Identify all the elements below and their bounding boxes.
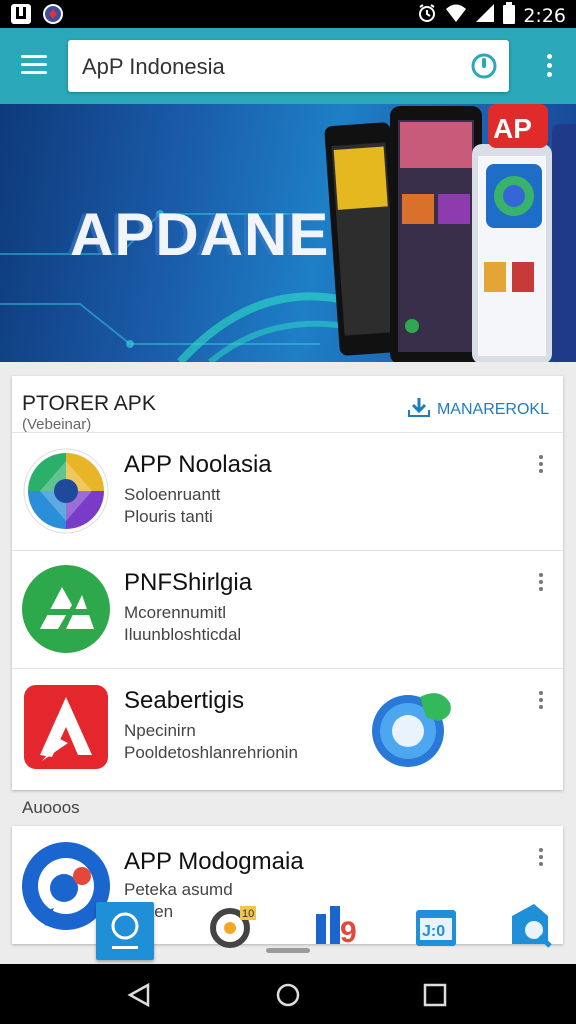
download-icon	[407, 396, 431, 423]
drag-handle[interactable]	[266, 948, 310, 953]
dock-box-text: J:0	[422, 923, 445, 940]
app-title: APP Modogmaia	[124, 848, 304, 875]
apps-section-card: PTORER APK (Vebeinar) MANAREROKL APP Noo…	[12, 376, 563, 790]
app-developer: Mcorennumitl	[124, 603, 227, 622]
app-developer: Npecinirn	[124, 721, 196, 740]
app-developer: Soloenruantt	[124, 485, 221, 504]
banner-phone-3	[472, 144, 552, 362]
banner-phone-2	[390, 106, 482, 362]
power-search-icon[interactable]	[471, 53, 497, 79]
manage-button[interactable]: MANAREROKL	[407, 396, 549, 423]
alarm-icon	[417, 3, 437, 28]
notification-browser-icon	[42, 3, 64, 30]
overflow-menu-icon[interactable]	[546, 54, 554, 80]
chat-bubble-icon	[368, 683, 456, 771]
system-nav-bar	[0, 964, 576, 1024]
dock-search-icon[interactable]	[504, 898, 562, 956]
app-compass-icon	[22, 447, 110, 535]
recents-icon[interactable]	[422, 982, 448, 1008]
battery-icon	[503, 2, 516, 29]
app-green-logo-icon	[22, 565, 110, 653]
notification-app-icon	[10, 3, 32, 30]
dock-badge-text: 10	[242, 908, 254, 920]
app-category: Plouris tanti	[124, 507, 213, 526]
app-category: Pooldetoshlanrehrionin	[124, 743, 298, 762]
section-subtitle: (Vebeinar)	[22, 416, 92, 433]
app-list-item[interactable]: Seabertigis Npecinirn Pooldetoshlanrehri…	[12, 668, 563, 786]
app-title: Seabertigis	[124, 687, 245, 714]
app-title: PNFShirlgia	[124, 569, 253, 596]
svg-text:AP: AP	[493, 113, 532, 144]
app-red-logo-icon	[22, 683, 110, 771]
item-more-icon[interactable]	[539, 573, 545, 595]
home-icon[interactable]	[275, 982, 301, 1008]
item-more-icon[interactable]	[539, 455, 545, 477]
manage-label: MANAREROKL	[436, 400, 549, 418]
banner-apk-logo: AP	[488, 104, 548, 148]
dock-stats-icon[interactable]: 9	[310, 898, 368, 956]
back-icon[interactable]	[126, 982, 152, 1008]
item-more-icon[interactable]	[539, 691, 545, 713]
search-input[interactable]: ApP Indonesia	[82, 54, 225, 80]
wifi-icon	[445, 3, 467, 28]
item-more-icon[interactable]	[539, 848, 545, 870]
promo-banner[interactable]: AP APDANE	[0, 104, 576, 362]
dock-digit-text: 9	[340, 916, 357, 949]
status-time: 2:26	[523, 4, 566, 27]
dock-home-icon[interactable]	[96, 902, 154, 960]
app-list-item[interactable]: PNFShirlgia Mcorennumitl Iluunbloshticda…	[12, 550, 563, 668]
status-bar: 2:26	[0, 0, 576, 28]
bottom-dock: 10 9 J:0	[92, 894, 562, 964]
search-box[interactable]: ApP Indonesia	[68, 40, 509, 92]
toolbar: ApP Indonesia	[0, 28, 576, 104]
banner-title: APDANE	[70, 201, 330, 268]
app-category: Iluunbloshticdal	[124, 625, 242, 644]
app-screen: 2:26 ApP Indonesia AP APDANE PTORER APK …	[0, 0, 576, 1024]
app-list-item[interactable]: APP Noolasia Soloenruantt Plouris tanti	[12, 432, 563, 550]
section-title: PTORER APK	[22, 392, 156, 415]
dock-target-icon[interactable]: 10	[204, 898, 262, 956]
more-section-label: Auooos	[22, 798, 80, 817]
dock-calendar-icon[interactable]: J:0	[410, 898, 468, 956]
app-title: APP Noolasia	[124, 451, 272, 478]
menu-icon[interactable]	[18, 52, 50, 80]
signal-icon	[475, 3, 495, 28]
